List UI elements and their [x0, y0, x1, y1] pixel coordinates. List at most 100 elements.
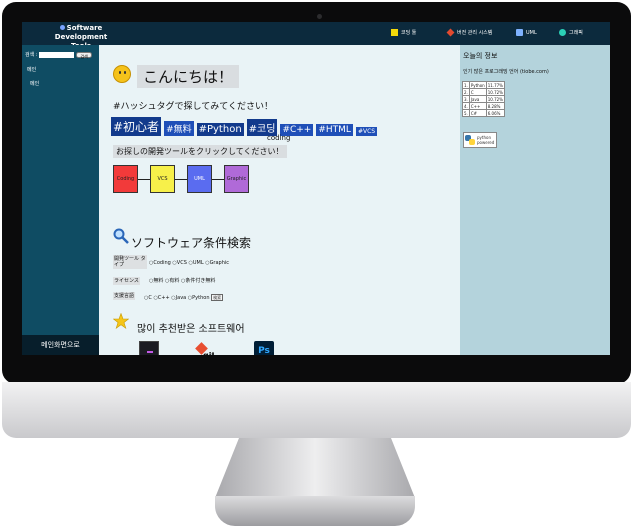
tag-python[interactable]: #Python: [196, 123, 244, 136]
sidebar-item-main-2[interactable]: 메인: [30, 80, 39, 87]
table-cell: 4.: [462, 102, 470, 110]
table-cell: Python: [468, 81, 487, 89]
option-paid[interactable]: 有料: [169, 278, 179, 284]
monitor-stand-foot: [215, 496, 415, 526]
option-vcs[interactable]: VCS: [177, 260, 187, 266]
option-java[interactable]: Java: [176, 295, 187, 301]
photoshop-icon[interactable]: Ps: [254, 341, 274, 355]
right-info-panel: 오늘의 정보 인기 많은 프로그래밍 언어 (tiobe.com) 1. Pyth…: [460, 45, 610, 355]
category-vcs-button[interactable]: VCS: [150, 165, 175, 193]
table-cell: 5.: [462, 109, 470, 117]
nav-label: 코딩 툴: [401, 30, 417, 36]
uml-icon: [516, 29, 523, 36]
coding-tool-icon: [391, 29, 398, 36]
table-cell: 8.28%: [485, 102, 505, 110]
star-icon: [113, 313, 129, 329]
filter-label-language: 支援言語: [113, 292, 136, 300]
popular-language-subtitle: 인기 많은 프로그래밍 언어 (tiobe.com): [463, 69, 549, 75]
main-content: こんにちは！ #ハッシュタグで探してみてください！ #初心者 #無料 #Pyth…: [99, 45, 460, 355]
option-graphic[interactable]: Graphic: [210, 260, 229, 266]
table-row: 2. C 10.72%: [462, 88, 505, 96]
table-cell: 6.06%: [485, 109, 505, 117]
main-page-button[interactable]: 메인화면으로: [22, 335, 99, 355]
hashtag-list: #初心者 #無料 #Python #코딩 #C++ #HTML #VCS: [111, 117, 378, 136]
option-coding[interactable]: Coding: [153, 260, 170, 266]
table-cell: 11.77%: [485, 81, 505, 89]
table-cell: C: [468, 88, 487, 96]
magnifier-icon: [113, 228, 129, 244]
tag-free[interactable]: #無料: [164, 121, 194, 136]
tag-vcs[interactable]: #VCS: [355, 127, 378, 136]
nav-label: UML: [526, 29, 537, 36]
arrow-connector: [138, 179, 150, 180]
option-cpp[interactable]: C++: [158, 295, 170, 301]
table-cell: 3.: [462, 95, 470, 103]
table-row: 4. C++ 8.28%: [462, 102, 505, 110]
imac-mockup: Software Development Tools 코딩 툴 버전 관리 시스…: [0, 0, 633, 531]
graphic-icon: [559, 29, 566, 36]
option-c[interactable]: C: [148, 295, 152, 301]
option-conditional-free[interactable]: 条件付き無料: [185, 278, 215, 284]
table-row: 5. C# 6.06%: [462, 109, 505, 117]
hashtag-prompt: #ハッシュタグで探してみてください！: [113, 102, 274, 112]
filter-options-license: ○無料 ○有料 ○条件付き無料: [149, 278, 216, 284]
nav-item-coding-tool[interactable]: 코딩 툴: [391, 29, 416, 36]
smiley-icon: [113, 65, 131, 83]
condition-search-button[interactable]: 検索: [211, 294, 224, 301]
search-button[interactable]: 검색: [76, 51, 92, 59]
option-python[interactable]: Python: [192, 295, 209, 301]
nav-item-vcs[interactable]: 버전 관리 시스템: [446, 28, 493, 37]
badge-line2: powered: [477, 140, 495, 145]
option-uml[interactable]: UML: [193, 260, 204, 266]
filter-label-license: ライセンス: [113, 277, 140, 285]
filter-options-type: ○Coding ○VCS ○UML ○Graphic: [149, 260, 230, 266]
table-row: 1. Python 11.77%: [462, 81, 505, 89]
table-cell: 10.72%: [485, 88, 505, 96]
filter-options-language: ○C ○C++ ○Java ○Python 検索: [144, 294, 224, 301]
greeting-title: こんにちは！: [137, 65, 240, 88]
monitor-stand-neck: [215, 438, 415, 498]
tag-beginner[interactable]: #初心者: [111, 117, 162, 136]
table-cell: Java: [468, 95, 487, 103]
sidebar-item-main[interactable]: 메인: [27, 66, 36, 73]
table-cell: C#: [468, 109, 487, 117]
python-logo-icon: [465, 135, 475, 145]
vcs-icon: [446, 28, 455, 37]
table-cell: 2.: [462, 88, 470, 96]
category-uml-button[interactable]: UML: [187, 165, 212, 193]
website-screen: Software Development Tools 코딩 툴 버전 관리 시스…: [22, 22, 610, 355]
condition-search-title: ソフトウェア条件検索: [131, 236, 252, 250]
recommend-title: 많이 추천받은 소프트웨어: [137, 324, 245, 335]
tag-html[interactable]: #HTML: [316, 124, 353, 136]
find-prompt: お探しの開発ツールをクリックしてください！: [113, 145, 287, 158]
table-cell: C++: [468, 102, 487, 110]
arrow-connector: [175, 179, 187, 180]
table-cell: 10.72%: [485, 95, 505, 103]
nav-label: 그래픽: [569, 30, 583, 36]
filter-label-type: 開発ツール タイプ: [113, 255, 147, 269]
table-row: 3. Java 10.72%: [462, 95, 505, 103]
monitor-chin: [2, 382, 631, 438]
category-coding-button[interactable]: Coding: [113, 165, 138, 193]
search-input[interactable]: [39, 51, 75, 58]
search-label: 검색 :: [25, 52, 38, 58]
tag-tooltip: coding: [267, 134, 291, 142]
today-info-title: 오늘의 정보: [463, 52, 498, 60]
python-powered-badge: python powered: [463, 132, 497, 148]
category-graphic-button[interactable]: Graphic: [224, 165, 249, 193]
left-sidebar: 검색 : 검색 메인 메인 메인화면으로: [22, 45, 99, 355]
vscode-dark-icon[interactable]: [139, 341, 159, 355]
camera-icon: [317, 14, 322, 19]
nav-label: 버전 관리 시스템: [457, 30, 493, 36]
language-ranking-table: 1. Python 11.77% 2. C 10.72% 3. Java 10.72% 4.…: [462, 81, 505, 117]
option-free[interactable]: 無料: [153, 278, 163, 284]
svg-text:git: git: [203, 351, 214, 355]
git-icon[interactable]: git: [194, 341, 214, 355]
sidebar-search: 검색 : 검색: [25, 51, 92, 59]
arrow-connector: [212, 179, 224, 180]
category-flow: Coding VCS UML Graphic: [113, 165, 249, 193]
nav-item-graphic[interactable]: 그래픽: [559, 29, 583, 36]
table-cell: 1.: [462, 81, 470, 89]
nav-item-uml[interactable]: UML: [516, 29, 537, 36]
logo-icon: [59, 25, 65, 30]
